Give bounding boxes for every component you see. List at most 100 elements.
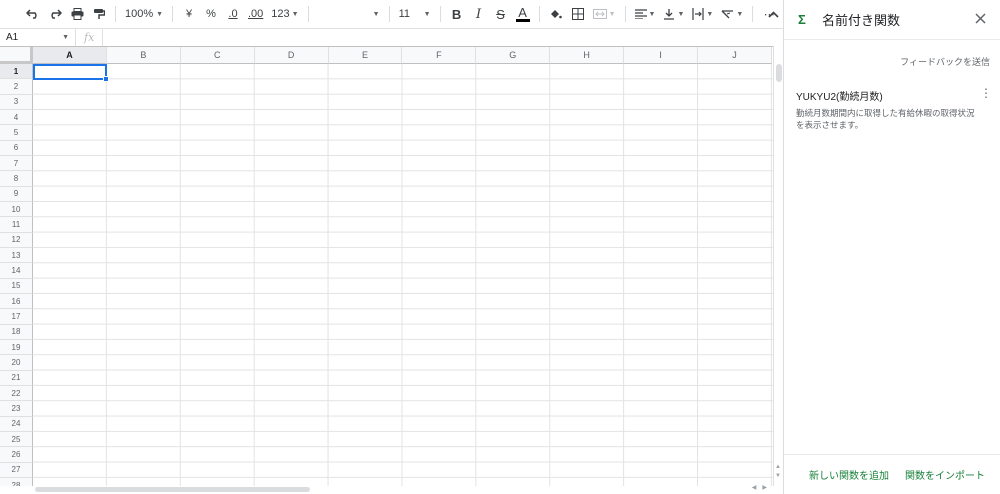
decrease-decimal-label: .0 xyxy=(228,8,238,20)
font-select[interactable]: ▼ xyxy=(315,2,383,26)
named-function-item[interactable]: YUKYU2(勤続月数) 勤続月数期間内に取得した有給休暇の取得状況を表示させま… xyxy=(796,87,992,131)
zoom-value: 100% xyxy=(125,8,154,20)
row-header-8[interactable]: 8 xyxy=(0,171,33,187)
row-header-4[interactable]: 4 xyxy=(0,109,33,126)
add-function-button[interactable]: 新しい関数を追加 xyxy=(809,467,889,482)
chevron-down-icon: ▼ xyxy=(706,10,714,18)
column-header-g[interactable]: G xyxy=(476,47,551,64)
column-header-a[interactable]: A xyxy=(33,47,107,64)
increase-decimal-label: .00 xyxy=(248,8,264,20)
row-header-19[interactable]: 19 xyxy=(0,339,33,356)
column-header-b[interactable]: B xyxy=(106,47,181,64)
scroll-left-right-icon[interactable]: ◀▶ xyxy=(752,484,773,491)
row-header-10[interactable]: 10 xyxy=(0,201,33,218)
vertical-scrollbar[interactable]: ▲ ▼ xyxy=(773,46,783,486)
column-header-c[interactable]: C xyxy=(180,47,255,64)
column-header-d[interactable]: D xyxy=(254,47,329,64)
row-header-1[interactable]: 1 xyxy=(0,64,33,80)
horizontal-align-icon[interactable]: ▼ xyxy=(632,2,659,26)
text-wrap-icon[interactable]: ▼ xyxy=(689,2,716,26)
italic-button[interactable]: I xyxy=(469,2,489,26)
import-function-button[interactable]: 関数をインポート xyxy=(905,467,985,482)
currency-format-button[interactable]: ¥ xyxy=(179,2,199,26)
horizontal-scrollbar[interactable]: ◀▶ xyxy=(33,484,783,494)
row-header-12[interactable]: 12 xyxy=(0,232,33,248)
vertical-scroll-thumb[interactable] xyxy=(776,64,782,82)
row-header-20[interactable]: 20 xyxy=(0,355,33,371)
chevron-down-icon: ▼ xyxy=(423,10,431,18)
function-name: YUKYU2(勤続月数) xyxy=(796,92,883,103)
row-header-26[interactable]: 26 xyxy=(0,447,33,463)
row-header-14[interactable]: 14 xyxy=(0,263,33,279)
row-header-11[interactable]: 11 xyxy=(0,217,33,233)
name-box[interactable]: A1 ▼ xyxy=(0,29,76,46)
row-header-25[interactable]: 25 xyxy=(0,431,33,448)
row-header-24[interactable]: 24 xyxy=(0,416,33,432)
row-header-16[interactable]: 16 xyxy=(0,293,33,310)
horizontal-scroll-thumb[interactable] xyxy=(35,487,310,492)
row-header-9[interactable]: 9 xyxy=(0,186,33,202)
column-header-e[interactable]: E xyxy=(328,47,403,64)
feedback-link[interactable]: フィードバックを送信 xyxy=(900,55,990,68)
borders-icon[interactable] xyxy=(568,2,588,26)
formula-bar: A1 ▼ fx xyxy=(0,28,783,46)
text-color-button[interactable]: A xyxy=(513,2,533,26)
named-functions-panel: Σ 名前付き関数 フィードバックを送信 YUKYU2(勤続月数) 勤続月数期間内… xyxy=(783,0,1000,494)
decrease-decimal-button[interactable]: .0 xyxy=(223,2,243,26)
row-header-23[interactable]: 23 xyxy=(0,401,33,417)
chevron-down-icon: ▼ xyxy=(291,10,299,18)
row-header-27[interactable]: 27 xyxy=(0,462,33,478)
column-header-j[interactable]: J xyxy=(698,47,772,64)
sigma-icon: Σ xyxy=(798,12,806,27)
row-header-6[interactable]: 6 xyxy=(0,140,33,156)
formula-input[interactable] xyxy=(103,29,783,46)
strikethrough-button[interactable]: S xyxy=(491,2,511,26)
row-headers: 1 2 3 4 5 6 7 8 9 10 11 12 13 14 15 16 17 18 19 20 21 22 23 24 2… xyxy=(0,64,33,486)
increase-decimal-button[interactable]: .00 xyxy=(245,2,266,26)
percent-format-button[interactable]: % xyxy=(201,2,221,26)
font-size-select[interactable]: 11 ▼ xyxy=(396,2,434,26)
active-cell-a1[interactable] xyxy=(33,64,109,82)
row-header-22[interactable]: 22 xyxy=(0,385,33,402)
chevron-down-icon: ▼ xyxy=(736,10,744,18)
function-description: 勤続月数期間内に取得した有給休暇の取得状況を表示させます。 xyxy=(796,108,975,130)
fill-color-icon[interactable] xyxy=(546,2,566,26)
row-header-17[interactable]: 17 xyxy=(0,309,33,325)
vertical-align-icon[interactable]: ▼ xyxy=(660,2,687,26)
print-icon[interactable] xyxy=(67,2,87,26)
undo-icon[interactable] xyxy=(23,2,43,26)
merge-cells-icon[interactable]: ▼ xyxy=(590,2,619,26)
row-header-5[interactable]: 5 xyxy=(0,125,33,141)
redo-icon[interactable] xyxy=(45,2,65,26)
scroll-down-icon[interactable]: ▼ xyxy=(775,473,781,479)
column-headers: ABCDEFGHIJ xyxy=(33,47,772,64)
more-formats-button[interactable]: 123 ▼ xyxy=(268,2,301,26)
chevron-down-icon: ▼ xyxy=(372,10,380,18)
text-rotation-icon[interactable]: ▼ xyxy=(718,2,746,26)
fill-handle[interactable] xyxy=(103,76,109,82)
row-header-21[interactable]: 21 xyxy=(0,370,33,386)
bold-button[interactable]: B xyxy=(447,2,467,26)
column-header-f[interactable]: F xyxy=(402,47,477,64)
column-header-i[interactable]: I xyxy=(624,47,699,64)
chevron-down-icon: ▼ xyxy=(62,34,69,41)
row-header-15[interactable]: 15 xyxy=(0,278,33,294)
scroll-up-icon[interactable]: ▲ xyxy=(775,464,781,470)
row-header-28[interactable]: 28 xyxy=(0,477,33,486)
panel-header: Σ 名前付き関数 xyxy=(784,0,1000,40)
panel-title: 名前付き関数 xyxy=(822,13,901,28)
cell-area[interactable] xyxy=(33,64,773,486)
column-header-h[interactable]: H xyxy=(550,47,625,64)
more-vert-icon[interactable]: ⋮ xyxy=(980,87,992,99)
row-header-7[interactable]: 7 xyxy=(0,155,33,172)
close-icon[interactable] xyxy=(975,11,986,28)
collapse-icon[interactable] xyxy=(763,2,783,26)
paint-format-icon[interactable] xyxy=(89,2,109,26)
row-header-2[interactable]: 2 xyxy=(0,79,33,95)
select-all-corner[interactable] xyxy=(0,47,33,64)
row-header-18[interactable]: 18 xyxy=(0,324,33,340)
zoom-select[interactable]: 100% ▼ xyxy=(122,2,166,26)
spreadsheet-grid[interactable]: ABCDEFGHIJ 1 2 3 4 5 6 7 8 9 10 11 12 13 14 15 16 17 18 19… xyxy=(0,46,773,486)
row-header-13[interactable]: 13 xyxy=(0,247,33,264)
row-header-3[interactable]: 3 xyxy=(0,94,33,110)
